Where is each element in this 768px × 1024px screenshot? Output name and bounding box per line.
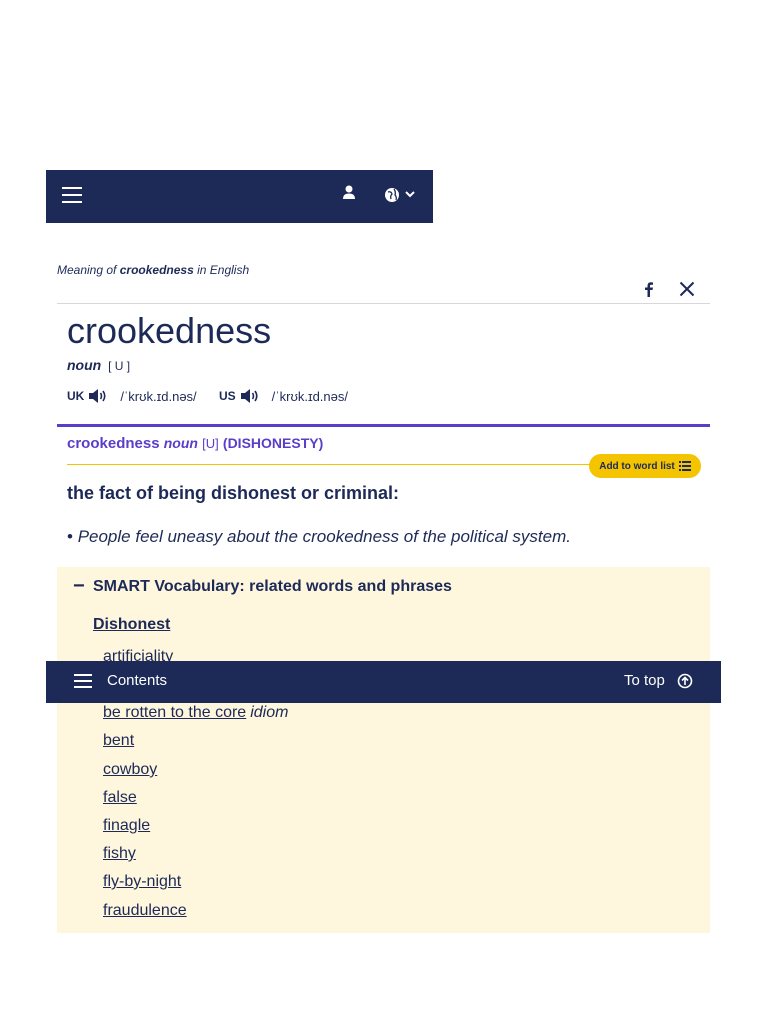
vocab-link[interactable]: bent [103,732,134,749]
headword: crookedness [67,310,272,351]
meaning-of-line: Meaning of crookedness in English [57,263,249,277]
vocab-item: finagle [103,817,150,835]
hamburger-icon[interactable] [62,187,82,203]
speaker-icon[interactable] [88,388,108,404]
globe-icon[interactable] [382,183,422,207]
vocab-link[interactable]: fishy [103,845,136,862]
ipa-us: /ˈkrʊk.ɪd.nəs/ [271,388,348,404]
arrow-up-circle-icon [677,673,693,688]
vocab-item: false [103,789,137,807]
vocab-link[interactable]: fly-by-night [103,873,181,890]
vocab-item: fly-by-night [103,873,181,891]
facebook-icon[interactable] [640,280,658,298]
vocab-link[interactable]: false [103,789,137,806]
meaning-suffix: in English [197,263,250,277]
sense-header: crookedness noun [U] (DISHONESTY) [67,435,323,452]
vocab-link[interactable]: cowboy [103,761,157,778]
add-to-word-list-label: Add to word list [599,460,675,472]
pronunciation-us: US /ˈkrʊk.ɪd.nəs/ [219,388,348,404]
definition: the fact of being dishonest or criminal: [67,483,400,503]
example-text: People feel uneasy about the crookedness… [77,527,571,546]
user-icon[interactable] [342,184,356,202]
example-sentence: • People feel uneasy about the crookedne… [67,527,571,547]
guideword: (DISHONESTY) [222,435,324,451]
vocab-item: fishy [103,845,136,863]
smart-vocabulary-title[interactable]: SMART Vocabulary: related words and phra… [93,578,452,596]
vocab-item: cowboy [103,761,157,779]
ipa-uk: /ˈkrʊk.ɪd.nəs/ [120,388,197,404]
list-icon [678,461,691,471]
vocab-link[interactable]: fraudulence [103,902,187,919]
vocab-item: fraudulence [103,902,187,920]
contents-bar: Contents To top [46,661,721,703]
sense-grammar: [U] [202,436,219,451]
meaning-word: crookedness [119,263,194,277]
part-of-speech: noun [ U ] [67,357,130,373]
contents-button[interactable]: Contents [107,672,167,689]
add-to-word-list-button[interactable]: Add to word list [589,454,701,478]
pos-label: noun [67,357,102,373]
collapse-toggle[interactable]: − [73,575,85,598]
to-top-button[interactable]: To top [624,672,693,689]
top-nav-bar [46,170,433,223]
sense-underline [67,464,592,465]
vocab-link[interactable]: finagle [103,817,150,834]
to-top-label: To top [624,672,665,689]
region-label-us: US [219,389,236,403]
vocab-item: bent [103,732,134,750]
grammar-code: [ U ] [108,359,131,373]
divider [57,303,710,304]
vocab-link[interactable]: be rotten to the core [103,704,246,721]
sense-headword: crookedness [67,435,160,452]
region-label-uk: UK [67,389,85,403]
meaning-prefix: Meaning of [57,263,117,277]
vocabulary-category-link[interactable]: Dishonest [93,616,170,634]
idiom-tag: idiom [250,704,289,721]
x-icon[interactable] [678,280,696,298]
pronunciation-uk: UK /ˈkrʊk.ɪd.nəs/ [67,388,197,404]
example-bullet: • [67,527,73,546]
vocab-item: be rotten to the core idiom [103,704,288,722]
speaker-icon[interactable] [240,388,260,404]
smart-vocabulary-panel: − SMART Vocabulary: related words and ph… [57,567,710,933]
sense-pos: noun [163,435,198,451]
contents-menu-icon[interactable] [74,674,92,690]
sense-divider [57,424,710,427]
